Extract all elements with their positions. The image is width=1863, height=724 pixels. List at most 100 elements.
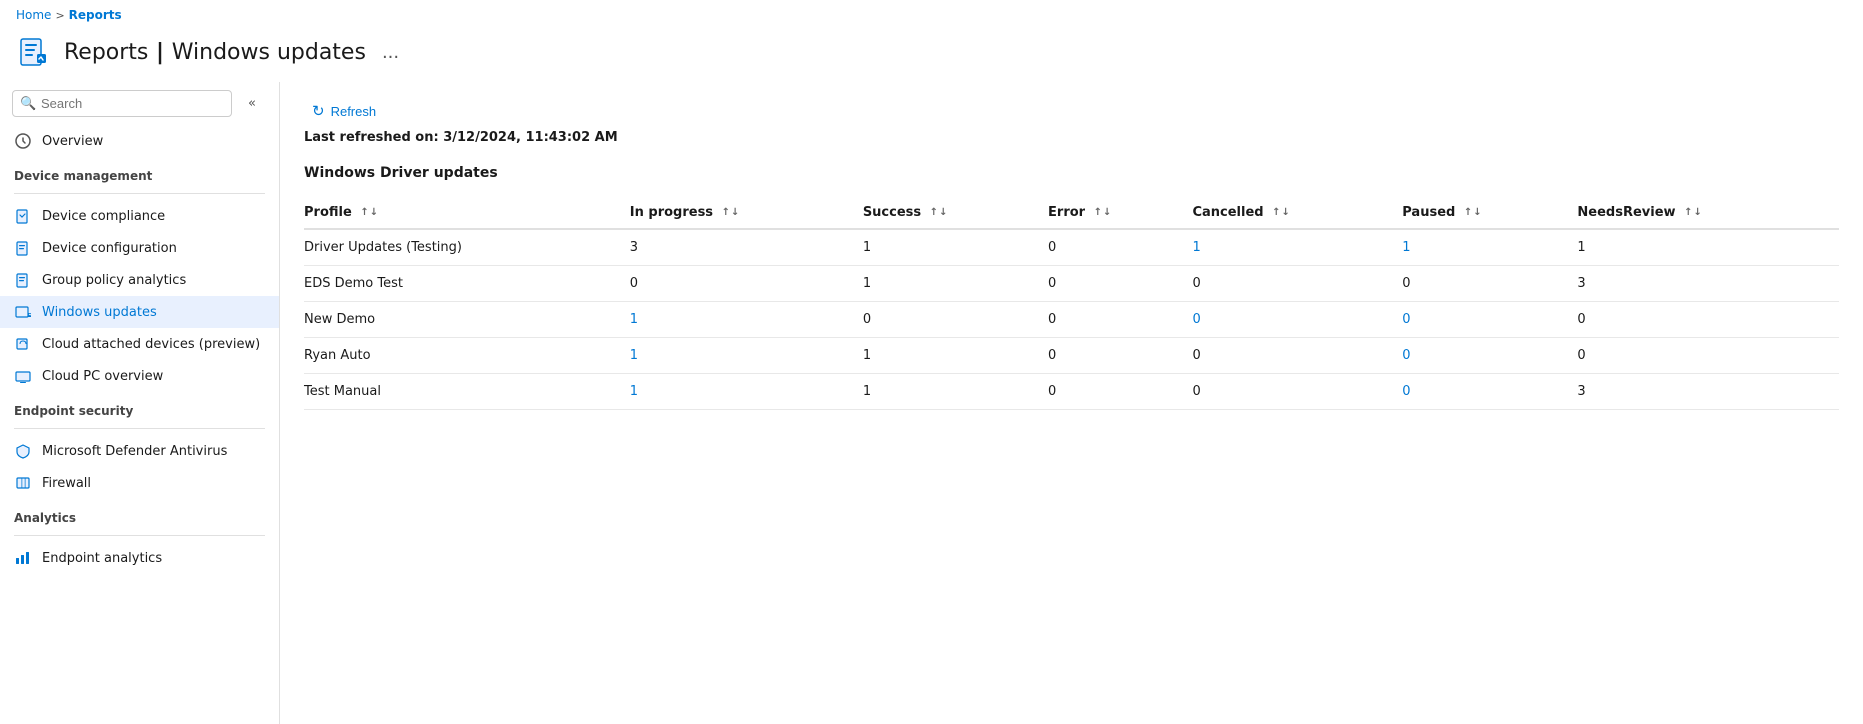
table-cell-1[interactable]: 1 (630, 338, 863, 374)
search-container: 🔍 « (0, 82, 279, 125)
divider-2 (14, 428, 265, 429)
sidebar-item-endpoint-analytics-label: Endpoint analytics (42, 551, 162, 566)
table-row: Ryan Auto110000 (304, 338, 1839, 374)
column-header-profile[interactable]: Profile ↑↓ (304, 197, 630, 229)
table-cell-0: EDS Demo Test (304, 266, 630, 302)
table-cell-5[interactable]: 0 (1402, 302, 1577, 338)
table-cell-2: 0 (863, 302, 1048, 338)
refresh-button[interactable]: ↻ Refresh (304, 98, 384, 124)
table-cell-2: 1 (863, 229, 1048, 266)
table-cell-3: 0 (1048, 229, 1192, 266)
windows-updates-icon (14, 303, 32, 321)
refresh-icon: ↻ (312, 102, 325, 120)
section-endpoint-security: Endpoint security (0, 392, 279, 422)
sidebar-item-device-configuration-label: Device configuration (42, 241, 177, 256)
device-configuration-icon (14, 239, 32, 257)
divider-3 (14, 535, 265, 536)
table-cell-2: 1 (863, 374, 1048, 410)
column-header-success[interactable]: Success ↑↓ (863, 197, 1048, 229)
table-cell-2: 1 (863, 266, 1048, 302)
column-header-error[interactable]: Error ↑↓ (1048, 197, 1192, 229)
sidebar-item-device-compliance-label: Device compliance (42, 209, 165, 224)
sidebar-item-cloud-attached-label: Cloud attached devices (preview) (42, 337, 260, 352)
table-cell-0: New Demo (304, 302, 630, 338)
refresh-label: Refresh (331, 104, 377, 119)
sidebar-item-device-compliance[interactable]: Device compliance (0, 200, 279, 232)
table-row: Driver Updates (Testing)310111 (304, 229, 1839, 266)
table-cell-0: Driver Updates (Testing) (304, 229, 630, 266)
table-cell-4[interactable]: 0 (1192, 302, 1402, 338)
overview-icon (14, 132, 32, 150)
sidebar-item-overview-label: Overview (42, 134, 103, 149)
sidebar-item-microsoft-defender[interactable]: Microsoft Defender Antivirus (0, 435, 279, 467)
table-cell-0: Ryan Auto (304, 338, 630, 374)
reports-icon (16, 34, 52, 70)
table-cell-4[interactable]: 1 (1192, 229, 1402, 266)
breadcrumb-sep: > (55, 9, 64, 22)
table-cell-5[interactable]: 0 (1402, 338, 1577, 374)
sidebar: 🔍 « Overview Device management Device co… (0, 82, 280, 724)
table-cell-1[interactable]: 1 (630, 374, 863, 410)
table-cell-6: 1 (1577, 229, 1839, 266)
breadcrumb: Home > Reports (0, 0, 1863, 30)
defender-icon (14, 442, 32, 460)
sidebar-item-group-policy-analytics[interactable]: Group policy analytics (0, 264, 279, 296)
table-cell-5: 0 (1402, 266, 1577, 302)
table-cell-2: 1 (863, 338, 1048, 374)
last-refreshed-text: Last refreshed on: 3/12/2024, 11:43:02 A… (304, 130, 1839, 145)
table-body: Driver Updates (Testing)310111EDS Demo T… (304, 229, 1839, 410)
collapse-sidebar-button[interactable]: « (244, 92, 260, 115)
table-cell-4: 0 (1192, 266, 1402, 302)
table-cell-3: 0 (1048, 266, 1192, 302)
sidebar-item-endpoint-analytics[interactable]: Endpoint analytics (0, 542, 279, 574)
sidebar-item-firewall-label: Firewall (42, 476, 91, 491)
column-header-needs-review[interactable]: NeedsReview ↑↓ (1577, 197, 1839, 229)
sidebar-item-cloud-pc-overview[interactable]: Cloud PC overview (0, 360, 279, 392)
cloud-pc-icon (14, 367, 32, 385)
page-title: Reports | Windows updates (64, 40, 366, 65)
refresh-bar: ↻ Refresh (304, 98, 1839, 124)
sidebar-item-windows-updates[interactable]: Windows updates (0, 296, 279, 328)
column-header-cancelled[interactable]: Cancelled ↑↓ (1192, 197, 1402, 229)
device-compliance-icon (14, 207, 32, 225)
sidebar-item-firewall[interactable]: Firewall (0, 467, 279, 499)
table-cell-1[interactable]: 1 (630, 302, 863, 338)
table-cell-6: 3 (1577, 374, 1839, 410)
table-cell-3: 0 (1048, 374, 1192, 410)
table-cell-5[interactable]: 0 (1402, 374, 1577, 410)
search-input[interactable] (12, 90, 232, 117)
sidebar-item-group-policy-label: Group policy analytics (42, 273, 186, 288)
sidebar-item-overview[interactable]: Overview (0, 125, 279, 157)
table-row: New Demo100000 (304, 302, 1839, 338)
section-title: Windows Driver updates (304, 165, 1839, 181)
section-device-management: Device management (0, 157, 279, 187)
sidebar-item-cloud-pc-label: Cloud PC overview (42, 369, 163, 384)
sidebar-item-windows-updates-label: Windows updates (42, 305, 157, 320)
table-row: EDS Demo Test010003 (304, 266, 1839, 302)
main-content: ↻ Refresh Last refreshed on: 3/12/2024, … (280, 82, 1863, 724)
table-cell-4: 0 (1192, 338, 1402, 374)
cloud-attached-icon (14, 335, 32, 353)
endpoint-analytics-icon (14, 549, 32, 567)
windows-driver-updates-table: Profile ↑↓ In progress ↑↓ Success ↑↓ Err… (304, 197, 1839, 410)
page-header: Reports | Windows updates ... (0, 30, 1863, 82)
sidebar-item-defender-label: Microsoft Defender Antivirus (42, 444, 227, 459)
table-header: Profile ↑↓ In progress ↑↓ Success ↑↓ Err… (304, 197, 1839, 229)
column-header-in-progress[interactable]: In progress ↑↓ (630, 197, 863, 229)
table-cell-1: 3 (630, 229, 863, 266)
table-row: Test Manual110003 (304, 374, 1839, 410)
breadcrumb-reports[interactable]: Reports (69, 8, 122, 22)
table-cell-1: 0 (630, 266, 863, 302)
table-cell-3: 0 (1048, 338, 1192, 374)
breadcrumb-home[interactable]: Home (16, 8, 51, 22)
column-header-paused[interactable]: Paused ↑↓ (1402, 197, 1577, 229)
firewall-icon (14, 474, 32, 492)
more-options-button[interactable]: ... (382, 42, 399, 63)
sidebar-item-cloud-attached-devices[interactable]: Cloud attached devices (preview) (0, 328, 279, 360)
group-policy-icon (14, 271, 32, 289)
table-cell-0: Test Manual (304, 374, 630, 410)
table-cell-5[interactable]: 1 (1402, 229, 1577, 266)
divider-1 (14, 193, 265, 194)
table-cell-4: 0 (1192, 374, 1402, 410)
sidebar-item-device-configuration[interactable]: Device configuration (0, 232, 279, 264)
